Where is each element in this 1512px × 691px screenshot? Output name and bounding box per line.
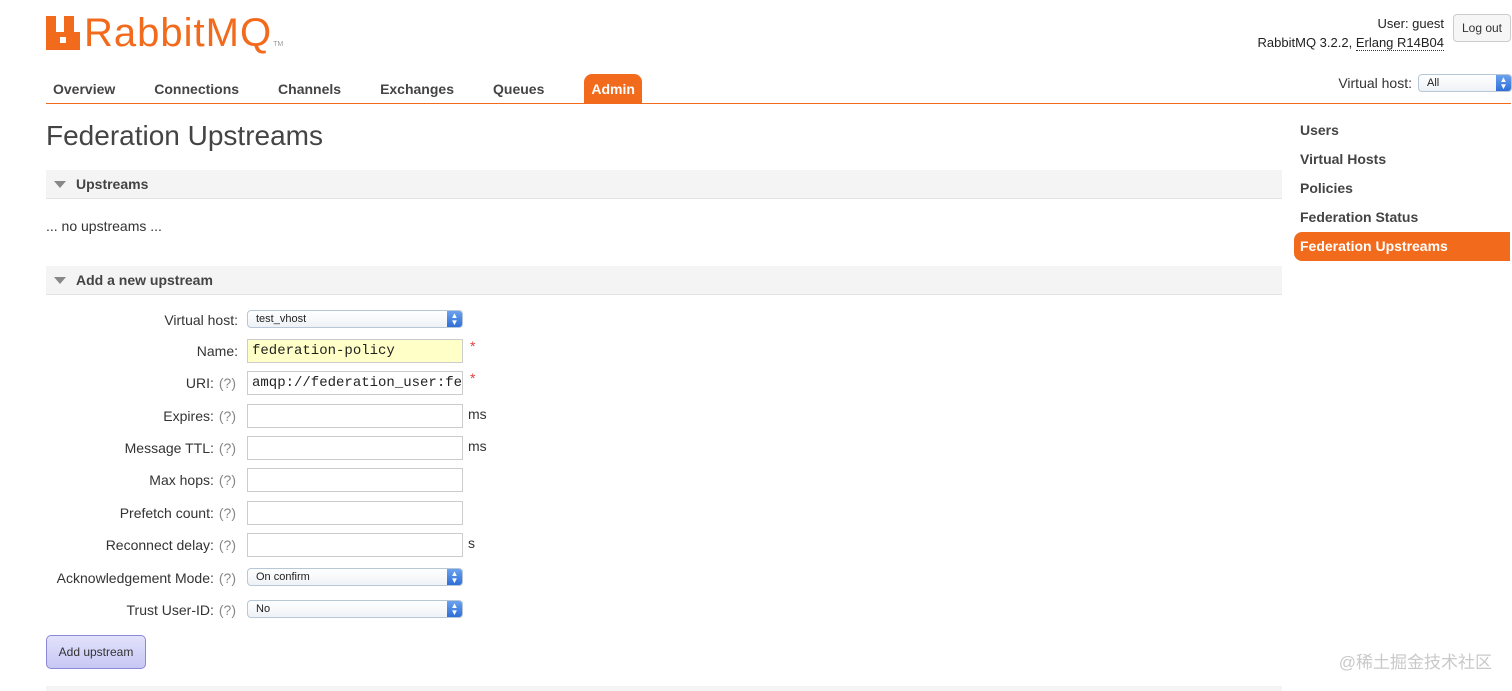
expires-row: Expires: (?) ms (46, 404, 506, 428)
select-arrows-icon: ▲ ▼ (447, 569, 462, 585)
tab-exchanges[interactable]: Exchanges (373, 74, 461, 104)
select-arrows-icon: ▲ ▼ (1496, 75, 1511, 91)
ack-mode-help-link[interactable]: (?) (219, 570, 236, 586)
vhost-filter: Virtual host: All ▲ ▼ (1338, 74, 1512, 92)
ack-mode-select[interactable]: On confirm ▲ ▼ (247, 568, 463, 586)
trust-user-field-label: Trust User-ID: (?) (127, 602, 237, 618)
page-title: Federation Upstreams (46, 120, 324, 151)
version-info: RabbitMQ 3.2.2, Erlang R14B04 (1258, 33, 1444, 52)
expires-input[interactable] (247, 404, 463, 428)
message-ttl-unit: ms (468, 438, 487, 454)
prefetch-label-text: Prefetch count: (119, 505, 214, 521)
add-upstream-section-title: Add a new upstream (76, 272, 213, 288)
prefetch-help-link[interactable]: (?) (219, 505, 236, 521)
upstreams-section-header[interactable]: Upstreams (46, 170, 1282, 199)
logo-trademark: TM (273, 40, 284, 48)
uri-input[interactable]: amqp://federation_user:federation_pass@ (247, 371, 463, 395)
uri-help-link[interactable]: (?) (219, 375, 236, 391)
uri-label-text: URI: (185, 375, 214, 391)
uri-row: URI: (?) amqp://federation_user:federatio… (46, 370, 506, 395)
trust-user-help-link[interactable]: (?) (219, 602, 236, 618)
sidebar-item-federation-status[interactable]: Federation Status (1294, 203, 1510, 232)
reconnect-help-link[interactable]: (?) (219, 537, 236, 553)
tab-overview[interactable]: Overview (46, 74, 122, 104)
ack-mode-field-label: Acknowledgement Mode: (?) (57, 570, 236, 586)
nav-divider (46, 103, 1511, 104)
trust-user-row: Trust User-ID: (?) No ▲ ▼ (46, 598, 506, 622)
admin-sidebar: Users Virtual Hosts Policies Federation … (1294, 116, 1510, 261)
collapse-triangle-icon (54, 180, 66, 188)
expires-label-text: Expires: (163, 408, 214, 424)
next-section-header (46, 686, 1282, 691)
collapse-triangle-icon (54, 276, 66, 284)
reconnect-input[interactable] (247, 533, 463, 557)
vhost-row: Virtual host: test_vhost ▲ ▼ (46, 308, 506, 332)
trust-user-label-text: Trust User-ID: (126, 602, 214, 618)
message-ttl-label-text: Message TTL: (124, 440, 214, 456)
prefetch-input[interactable] (247, 501, 463, 525)
prefetch-field-label: Prefetch count: (?) (120, 505, 236, 521)
max-hops-label-text: Max hops: (149, 472, 214, 488)
trust-user-select[interactable]: No ▲ ▼ (247, 600, 463, 618)
max-hops-row: Max hops: (?) (46, 468, 506, 492)
ack-mode-row: Acknowledgement Mode: (?) On confirm ▲ ▼ (46, 566, 506, 590)
expires-field-label: Expires: (?) (163, 408, 236, 424)
tab-channels[interactable]: Channels (271, 74, 348, 104)
required-mark: * (470, 370, 476, 386)
name-field-label: Name: (196, 343, 238, 359)
ack-mode-value: On confirm (256, 571, 310, 583)
user-info: User: guest RabbitMQ 3.2.2, Erlang R14B0… (1258, 14, 1444, 52)
reconnect-label-text: Reconnect delay: (105, 537, 214, 553)
required-mark: * (470, 338, 476, 354)
prefetch-row: Prefetch count: (?) (46, 501, 506, 525)
vhost-field-label: Virtual host: (164, 312, 238, 328)
vhost-filter-label: Virtual host: (1338, 75, 1412, 91)
sidebar-item-virtual-hosts[interactable]: Virtual Hosts (1294, 145, 1510, 174)
vhost-select-value: test_vhost (256, 313, 307, 325)
reconnect-unit: s (468, 535, 475, 551)
no-upstreams-message: ... no upstreams ... (46, 218, 162, 234)
upstreams-section-title: Upstreams (76, 176, 149, 192)
vhost-select[interactable]: test_vhost ▲ ▼ (247, 310, 463, 328)
watermark-text: @稀土掘金技术社区 (1338, 653, 1492, 672)
max-hops-help-link[interactable]: (?) (219, 472, 236, 488)
message-ttl-field-label: Message TTL: (?) (125, 440, 236, 456)
max-hops-input[interactable] (247, 468, 463, 492)
logo-text: RabbitMQ (84, 11, 273, 55)
message-ttl-row: Message TTL: (?) ms (46, 436, 506, 460)
current-user: User: guest (1377, 16, 1444, 31)
message-ttl-help-link[interactable]: (?) (219, 440, 236, 456)
name-row: Name: federation-policy * (46, 338, 506, 363)
message-ttl-input[interactable] (247, 436, 463, 460)
trust-user-value: No (256, 603, 271, 615)
reconnect-row: Reconnect delay: (?) s (46, 533, 506, 557)
logout-button[interactable]: Log out (1453, 14, 1511, 42)
rabbitmq-logo[interactable]: RabbitMQ TM (46, 12, 283, 54)
version-text: RabbitMQ 3.2.2, (1257, 35, 1356, 50)
select-arrows-icon: ▲ ▼ (447, 601, 462, 617)
expires-unit: ms (468, 406, 487, 422)
erlang-version: Erlang R14B04 (1355, 35, 1444, 51)
max-hops-field-label: Max hops: (?) (149, 472, 236, 488)
vhost-filter-select[interactable]: All ▲ ▼ (1418, 74, 1512, 92)
rabbitmq-logo-icon (46, 16, 80, 50)
expires-help-link[interactable]: (?) (219, 408, 236, 424)
uri-field-label: URI: (?) (186, 375, 236, 391)
add-upstream-section-header[interactable]: Add a new upstream (46, 266, 1282, 295)
tab-queues[interactable]: Queues (486, 74, 551, 104)
sidebar-item-policies[interactable]: Policies (1294, 174, 1510, 203)
sidebar-item-users[interactable]: Users (1294, 116, 1510, 145)
sidebar-item-federation-upstreams[interactable]: Federation Upstreams (1294, 232, 1510, 261)
tab-admin[interactable]: Admin (584, 74, 642, 104)
add-upstream-button[interactable]: Add upstream (46, 635, 146, 669)
ack-mode-label-text: Acknowledgement Mode: (56, 570, 214, 586)
name-input[interactable]: federation-policy (247, 339, 463, 363)
select-arrows-icon: ▲ ▼ (447, 311, 462, 327)
reconnect-field-label: Reconnect delay: (?) (106, 537, 236, 553)
vhost-filter-value: All (1427, 77, 1440, 89)
main-nav: Overview Connections Channels Exchanges … (46, 74, 667, 104)
tab-connections[interactable]: Connections (147, 74, 246, 104)
